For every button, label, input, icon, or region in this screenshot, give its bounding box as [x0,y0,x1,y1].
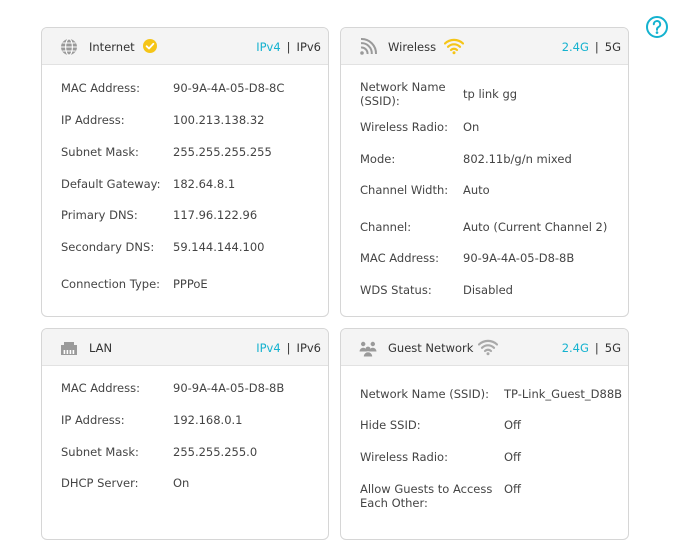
band-switch: 2.4G | 5G [562,341,621,355]
row-value: 90-9A-4A-05-D8-8C [173,81,285,95]
row-label: Secondary DNS: [61,240,155,254]
ipv6-tab[interactable]: IPv6 [297,341,321,355]
row-value: PPPoE [173,277,208,291]
globe-icon [59,37,79,57]
row-label: Channel: [360,220,412,234]
wireless-signal-icon [358,37,378,57]
row-value: On [173,476,190,490]
row-label: WDS Status: [360,283,432,297]
row-value: 802.11b/g/n mixed [463,152,572,166]
internet-card-header: Internet IPv4 | IPv6 [42,28,328,65]
row-label: IP Address: [61,113,125,127]
row-value: On [463,120,480,134]
row-value: Disabled [463,283,513,297]
row-value: Auto [463,183,490,197]
row-label: Default Gateway: [61,177,161,191]
guests-icon [358,338,378,358]
row-label: Network Name (SSID): [360,387,489,401]
row-value: 59.144.144.100 [173,240,265,254]
wifi-icon [477,338,499,356]
band-switch: 2.4G | 5G [562,40,621,54]
row-value: Off [504,418,521,432]
separator: | [594,40,599,54]
lan-title: LAN [89,341,113,355]
row-label: MAC Address: [360,251,439,265]
row-value: Off [504,450,521,464]
lan-card: LAN IPv4 | IPv6 MAC Address: 90-9A-4A-05-D… [41,328,329,540]
lan-card-header: LAN IPv4 | IPv6 [42,329,328,366]
separator: | [286,341,291,355]
band-5g-tab[interactable]: 5G [605,341,621,355]
row-label: Allow Guests to Access Each Other: [360,482,493,510]
wireless-card-header: Wireless 2.4G | 5G [341,28,628,65]
row-value: Auto (Current Channel 2) [463,220,608,234]
row-label: Subnet Mask: [61,145,139,159]
row-value: tp link gg [463,87,518,101]
wireless-card: Wireless 2.4G | 5G Network Name (SSID): tp… [340,27,629,317]
separator: | [594,341,599,355]
ip-version-switch: IPv4 | IPv6 [256,40,321,54]
separator: | [286,40,291,54]
wifi-icon [443,37,465,55]
row-label: Wireless Radio: [360,450,448,464]
band-2-4g-tab[interactable]: 2.4G [562,40,589,54]
guest-network-title: Guest Network [388,341,474,355]
ipv4-tab[interactable]: IPv4 [256,341,280,355]
row-value: 182.64.8.1 [173,177,236,191]
ip-version-switch: IPv4 | IPv6 [256,341,321,355]
row-value: 90-9A-4A-05-D8-8B [463,251,575,265]
row-value: 100.213.138.32 [173,113,265,127]
row-label: Primary DNS: [61,208,138,222]
row-value: 255.255.255.0 [173,445,258,459]
ethernet-port-icon [59,338,79,358]
check-circle-icon [142,38,158,54]
row-label: Mode: [360,152,396,166]
wireless-title: Wireless [388,40,437,54]
row-label: Subnet Mask: [61,445,139,459]
help-icon[interactable] [645,15,669,39]
row-label: IP Address: [61,413,125,427]
row-label: Connection Type: [61,277,161,291]
row-value: Off [504,482,521,496]
row-label: DHCP Server: [61,476,139,490]
row-label: Network Name (SSID): [360,80,446,108]
row-value: 192.168.0.1 [173,413,243,427]
row-label: Wireless Radio: [360,120,448,134]
row-label: MAC Address: [61,81,140,95]
row-label: Channel Width: [360,183,449,197]
row-value: 255.255.255.255 [173,145,272,159]
row-value: TP-Link_Guest_D88B [504,387,623,401]
guest-card-header: Guest Network 2.4G | 5G [341,329,628,366]
band-2-4g-tab[interactable]: 2.4G [562,341,589,355]
guest-network-card: Guest Network 2.4G | 5G Network Name (SSID… [340,328,629,540]
ipv4-tab[interactable]: IPv4 [256,40,280,54]
row-value: 117.96.122.96 [173,208,258,222]
internet-card: Internet IPv4 | IPv6 MAC Address: 90-9A-4A… [41,27,329,317]
row-value: 90-9A-4A-05-D8-8B [173,381,285,395]
ipv6-tab[interactable]: IPv6 [297,40,321,54]
internet-title: Internet [89,40,135,54]
row-label: Hide SSID: [360,418,421,432]
band-5g-tab[interactable]: 5G [605,40,621,54]
row-label: MAC Address: [61,381,140,395]
